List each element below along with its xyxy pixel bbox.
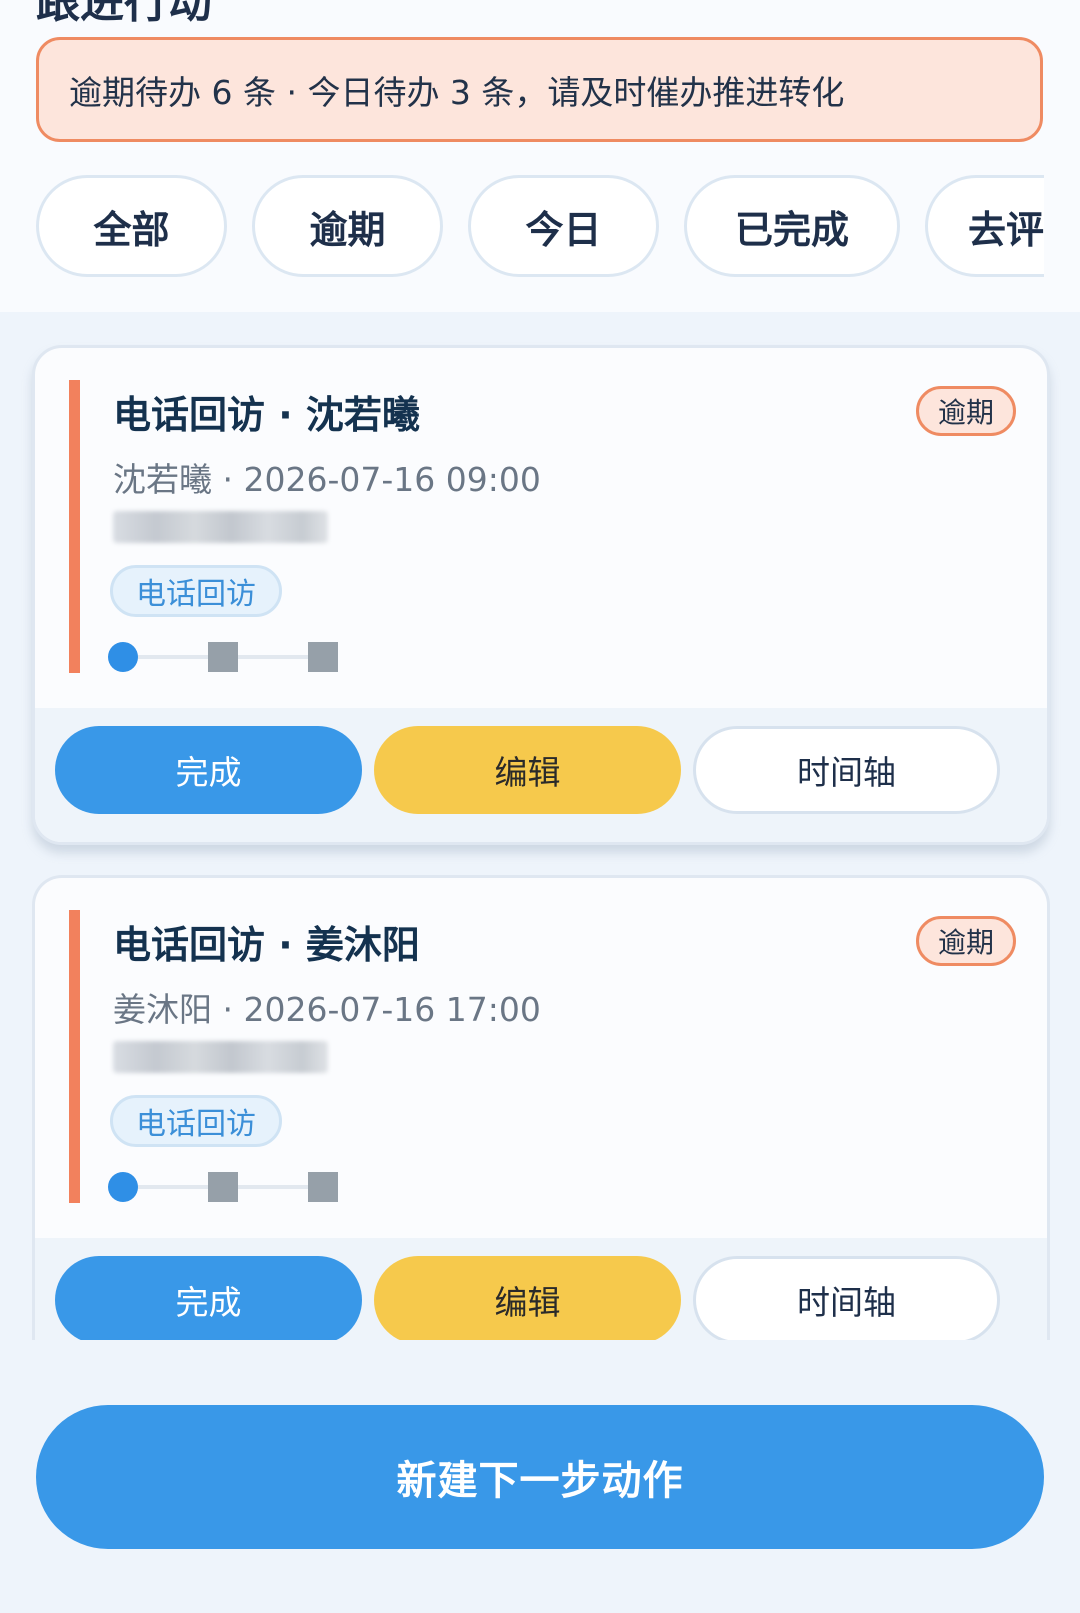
edit-button[interactable]: 编辑 (374, 1256, 681, 1344)
complete-button[interactable]: 完成 (55, 726, 362, 814)
filter-chips: 全部 逾期 今日 已完成 去评 (36, 175, 1044, 277)
alert-text: 逾期待办 6 条 · 今日待办 3 条，请及时催办推进转化 (69, 72, 845, 112)
timeline-button[interactable]: 时间轴 (693, 1256, 1000, 1344)
filter-chip-all[interactable]: 全部 (36, 175, 227, 277)
task-meta: 沈若曦 · 2026-07-16 09:00 (113, 460, 541, 499)
overdue-accent-bar (69, 910, 80, 1203)
task-title: 电话回访 · 沈若曦 (113, 393, 420, 437)
task-type-tag: 电话回访 (110, 565, 282, 617)
progress-steps (108, 1170, 338, 1204)
status-badge: 逾期 (916, 386, 1016, 436)
filter-chip-review[interactable]: 去评 (925, 175, 1044, 277)
progress-step-pending (308, 642, 338, 672)
task-actions: 完成 编辑 时间轴 (35, 1238, 1047, 1345)
task-title: 电话回访 · 姜沐阳 (113, 923, 420, 967)
filter-chip-completed[interactable]: 已完成 (684, 175, 900, 277)
phone-number-redacted (113, 511, 328, 543)
filter-chip-overdue[interactable]: 逾期 (252, 175, 443, 277)
overdue-accent-bar (69, 380, 80, 673)
progress-step-pending (308, 1172, 338, 1202)
progress-steps (108, 640, 338, 674)
complete-button[interactable]: 完成 (55, 1256, 362, 1344)
page-title: 跟进行动 (36, 0, 212, 28)
progress-step-current (108, 1172, 138, 1202)
progress-step-pending (208, 642, 238, 672)
task-type-tag: 电话回访 (110, 1095, 282, 1147)
phone-number-redacted (113, 1041, 328, 1073)
task-card[interactable]: 电话回访 · 沈若曦 逾期 沈若曦 · 2026-07-16 09:00 电话回… (32, 345, 1050, 845)
edit-button[interactable]: 编辑 (374, 726, 681, 814)
task-card[interactable]: 电话回访 · 姜沐阳 逾期 姜沐阳 · 2026-07-16 17:00 电话回… (32, 875, 1050, 1345)
filter-chip-today[interactable]: 今日 (468, 175, 659, 277)
progress-step-pending (208, 1172, 238, 1202)
overdue-alert-banner: 逾期待办 6 条 · 今日待办 3 条，请及时催办推进转化 (36, 37, 1043, 142)
task-meta: 姜沐阳 · 2026-07-16 17:00 (113, 990, 541, 1029)
timeline-button[interactable]: 时间轴 (693, 726, 1000, 814)
new-next-action-button[interactable]: 新建下一步动作 (36, 1405, 1044, 1549)
status-badge: 逾期 (916, 916, 1016, 966)
header-area: 跟进行动 逾期待办 6 条 · 今日待办 3 条，请及时催办推进转化 全部 逾期… (0, 0, 1080, 312)
progress-step-current (108, 642, 138, 672)
task-actions: 完成 编辑 时间轴 (35, 708, 1047, 842)
